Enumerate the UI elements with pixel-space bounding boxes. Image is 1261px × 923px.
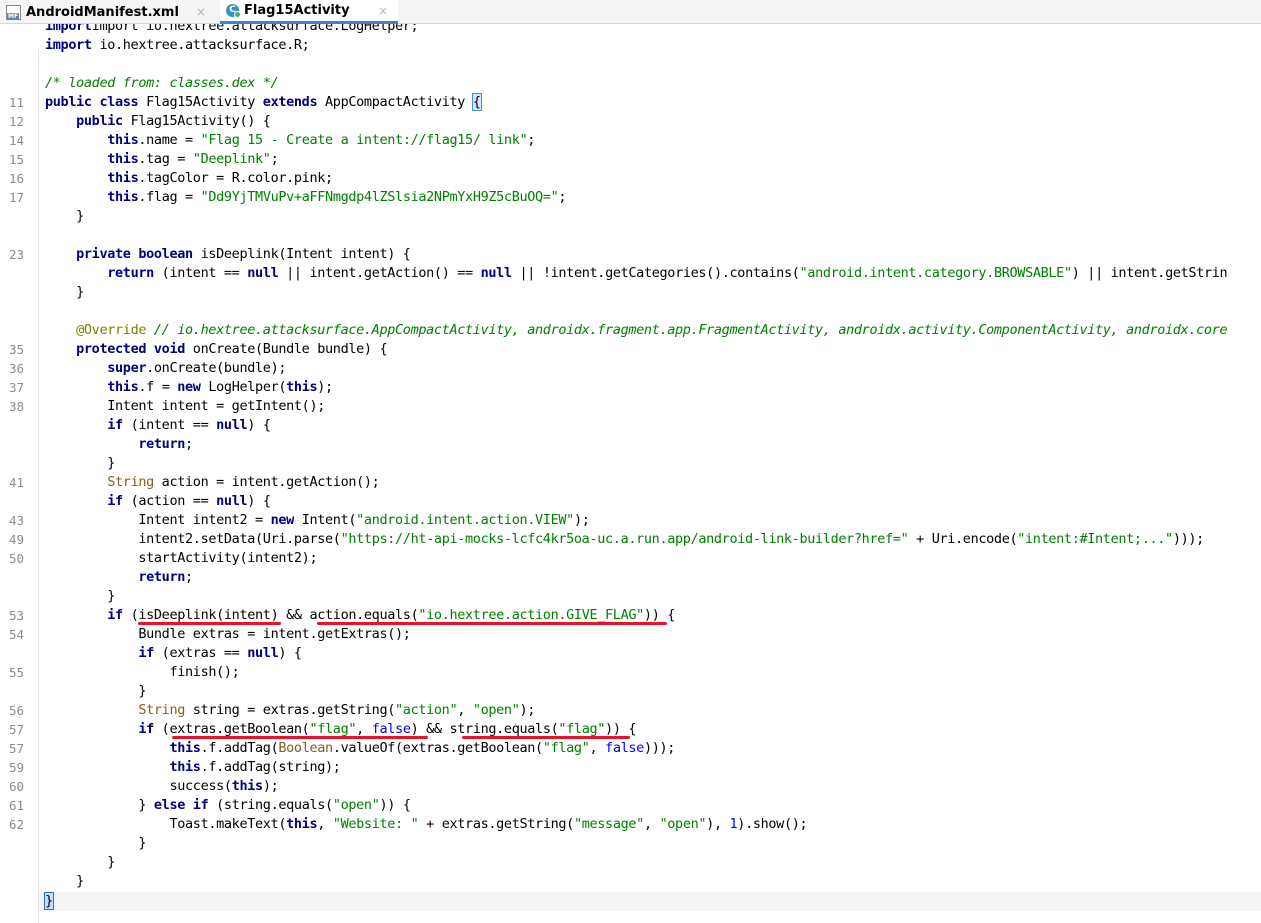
tab-flag15activity[interactable]: C Flag15Activity × — [220, 0, 398, 24]
editor-tab-bar: MF AndroidManifest.xml × C Flag15Activit… — [0, 0, 1261, 24]
tab-label: AndroidManifest.xml — [26, 4, 179, 20]
annotation-underline-isdeeplink — [138, 622, 281, 625]
manifest-file-icon: MF — [6, 4, 21, 20]
text-caret: } — [44, 892, 54, 910]
close-icon[interactable]: × — [378, 4, 392, 18]
close-icon[interactable]: × — [196, 5, 210, 19]
annotation-underline-getboolean — [172, 736, 428, 739]
java-class-icon: C — [226, 4, 241, 18]
annotation-underline-action-equals — [317, 622, 667, 625]
current-line-highlight — [39, 892, 1261, 911]
annotation-underline-string-equals — [462, 736, 630, 739]
tab-android-manifest[interactable]: MF AndroidManifest.xml × — [0, 0, 216, 24]
code-editor[interactable]: importimport io.hextree.attacksurface.Lo… — [0, 24, 1261, 923]
tab-label: Flag15Activity — [244, 3, 350, 18]
